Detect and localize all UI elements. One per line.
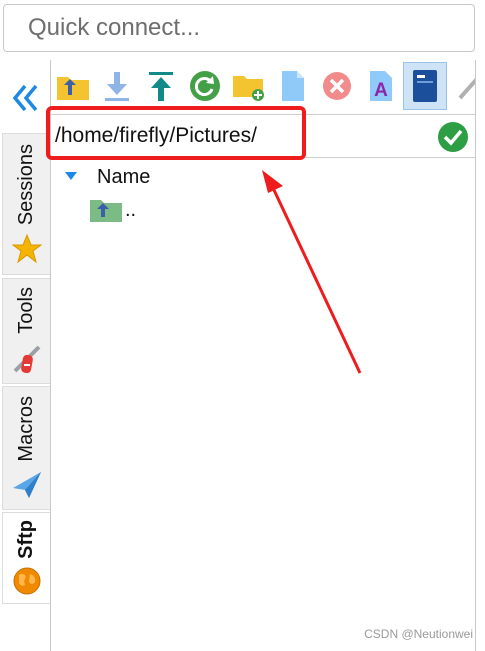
file-row-parent[interactable]: .. [89,196,136,224]
refresh-button[interactable] [187,64,223,108]
tools-icon [11,341,43,375]
annotation-highlight-box [46,106,306,160]
follow-terminal-button[interactable] [403,62,447,110]
tab-tools[interactable]: Tools [2,278,50,384]
quick-connect-input[interactable] [4,5,474,51]
upload-icon [149,72,173,101]
download-button[interactable] [99,64,135,108]
wand-button[interactable] [451,64,475,108]
svg-text:A: A [374,80,388,101]
name-column-label: Name [97,165,151,188]
tab-macros-label: Macros [15,396,37,462]
globe-icon [12,566,42,596]
upload-button[interactable] [143,64,179,108]
check-icon [438,122,468,152]
tab-tools-label: Tools [15,286,37,334]
quick-connect-box[interactable] [3,4,475,52]
double-chevron-left-icon [12,84,38,112]
tab-sftp-label: Sftp [15,519,37,559]
confirm-path-button[interactable] [437,121,469,153]
collapse-sidebar-button[interactable] [8,80,42,116]
delete-button[interactable] [319,64,355,108]
rename-icon: A [370,71,392,101]
delete-icon [323,72,351,100]
rename-button[interactable]: A [363,64,399,108]
tab-sessions-label: Sessions [15,144,37,226]
tab-macros[interactable]: Macros [2,386,50,510]
new-file-button[interactable] [275,64,311,108]
parent-folder-button[interactable] [55,64,91,108]
paper-plane-icon [11,470,43,500]
new-folder-button[interactable] [231,64,267,108]
new-file-icon [282,71,304,101]
name-column-header[interactable]: Name [65,164,150,190]
parent-folder-icon [57,77,89,100]
download-icon [105,72,129,101]
refresh-icon [190,71,220,101]
new-folder-icon [233,76,264,101]
follow-terminal-icon [413,70,437,102]
tab-sftp[interactable]: Sftp [2,512,50,604]
wand-icon [458,78,475,100]
watermark: CSDN @Neutionwei [364,627,473,641]
parent-folder-icon [90,200,122,222]
file-name: .. [125,198,137,221]
star-icon [11,233,42,264]
sort-descending-icon [65,172,77,180]
tab-sessions[interactable]: Sessions [2,133,50,275]
